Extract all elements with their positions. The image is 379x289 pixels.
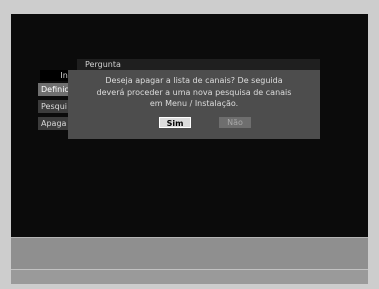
dialog-message-line: Deseja apagar a lista de canais? De segu… (105, 76, 283, 85)
dialog-message-line: deverá proceder a uma nova pesquisa de c… (96, 87, 292, 97)
dialog-message-line: em Menu / Instalação. (149, 99, 239, 108)
question-dialog: Deseja apagar a lista de canais? De segu… (68, 70, 320, 139)
tv-frame: { "menu": { "title": "Ins", "items": [ {… (0, 0, 379, 289)
dialog-message: Deseja apagar a lista de canais? De segu… (68, 75, 320, 110)
yes-button[interactable]: Sim (159, 117, 191, 128)
no-button[interactable]: Não (219, 117, 251, 128)
info-bar (11, 237, 368, 269)
tv-screen: Ins Definic Pesqui Apaga Pergunta Deseja… (11, 14, 368, 284)
dialog-title: Pergunta (77, 59, 320, 70)
status-bar (11, 269, 368, 284)
